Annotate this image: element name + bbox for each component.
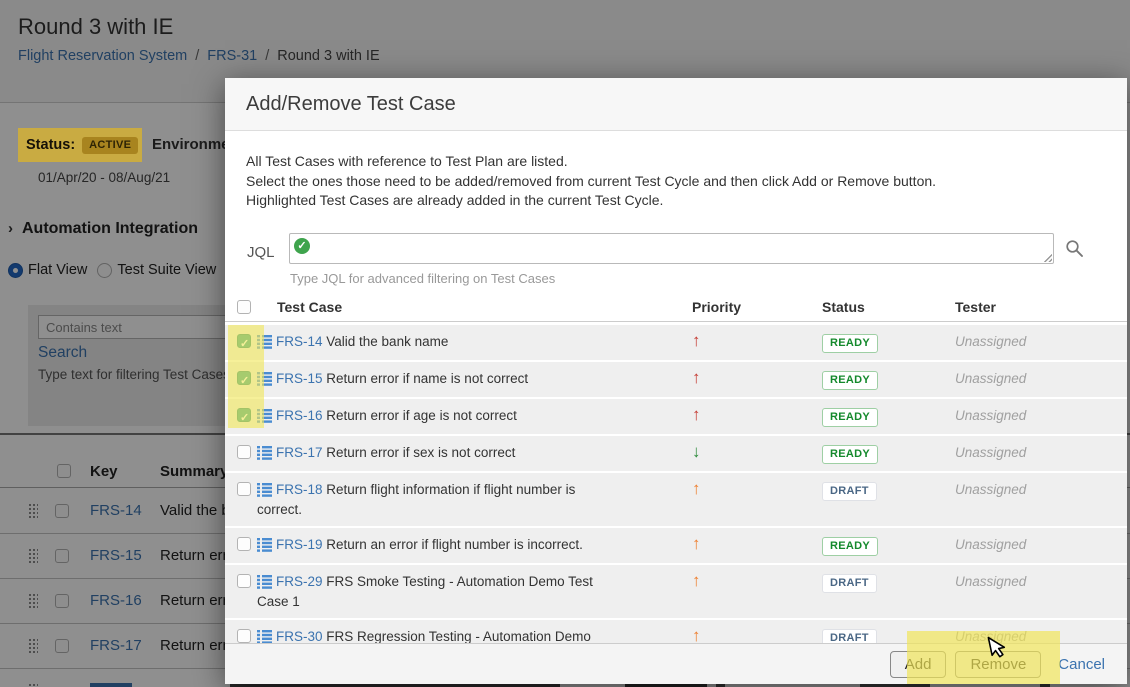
test-case-key-link[interactable]: FRS-18 (276, 482, 323, 497)
row-checkbox[interactable] (237, 537, 251, 551)
test-case-key-link[interactable]: FRS-29 (276, 574, 323, 589)
test-case-column-header: Test Case (277, 299, 343, 315)
status-badge: DRAFT (822, 573, 877, 593)
test-case-summary: Return an error if flight number is inco… (322, 537, 583, 552)
row-checkbox[interactable] (237, 629, 251, 643)
test-case-key-link[interactable]: FRS-17 (276, 445, 323, 460)
test-case-icon (257, 446, 272, 460)
row-checkbox[interactable] (237, 371, 251, 391)
remove-button[interactable]: Remove (955, 650, 1042, 678)
test-case-row: FRS-17 Return error if sex is not correc… (225, 436, 1127, 471)
priority-column-header: Priority (692, 299, 742, 315)
select-all-checkbox[interactable] (237, 299, 251, 314)
row-checkbox[interactable] (237, 482, 251, 496)
status-badge: DRAFT (822, 481, 877, 501)
dialog-footer: Add Remove Cancel (225, 643, 1127, 684)
description-line: Select the ones those need to be added/r… (246, 172, 937, 189)
priority-arrow-icon: ↑ (692, 405, 701, 424)
status-badge: READY (822, 444, 879, 464)
priority-arrow-icon: ↑ (692, 479, 701, 498)
status-badge: READY (822, 333, 879, 353)
jql-input[interactable] (289, 233, 1054, 264)
tester-value: Unassigned (955, 445, 1027, 460)
row-checkbox[interactable] (237, 574, 251, 588)
test-case-icon (257, 630, 272, 644)
dialog-description: All Test Cases with reference to Test Pl… (246, 152, 1107, 211)
test-case-cell: FRS-14 Valid the bank name (257, 332, 680, 352)
test-case-cell: FRS-15 Return error if name is not corre… (257, 369, 680, 389)
test-case-icon (257, 335, 272, 349)
status-badge: READY (822, 536, 879, 556)
test-case-row: FRS-29 FRS Smoke Testing - Automation De… (225, 565, 1127, 618)
jql-field-wrap (289, 233, 1054, 264)
test-case-icon (257, 575, 272, 589)
status-badge: READY (822, 370, 879, 390)
add-button[interactable]: Add (889, 650, 947, 678)
test-case-row: FRS-15 Return error if name is not corre… (225, 362, 1127, 397)
test-case-key-link[interactable]: FRS-19 (276, 537, 323, 552)
tester-column-header: Tester (955, 299, 996, 315)
description-line: All Test Cases with reference to Test Pl… (246, 153, 568, 169)
priority-arrow-icon: ↑ (692, 368, 701, 387)
test-case-row: FRS-18 Return flight information if flig… (225, 473, 1127, 526)
test-case-key-link[interactable]: FRS-14 (276, 334, 323, 349)
test-case-summary: Return error if sex is not correct (322, 445, 516, 460)
test-case-cell: FRS-17 Return error if sex is not correc… (257, 443, 680, 463)
row-checkbox[interactable] (237, 334, 251, 354)
tester-value: Unassigned (955, 371, 1027, 386)
tester-value: Unassigned (955, 482, 1027, 497)
priority-arrow-icon: ↑ (692, 331, 701, 350)
test-case-row: FRS-14 Valid the bank name ↑ READY Unass… (225, 325, 1127, 360)
test-case-row: FRS-16 Return error if age is not correc… (225, 399, 1127, 434)
test-case-cell: FRS-18 Return flight information if flig… (257, 480, 680, 520)
test-case-cell: FRS-16 Return error if age is not correc… (257, 406, 680, 426)
status-badge: ACTIVE (82, 136, 139, 154)
test-case-icon (257, 409, 272, 423)
tester-value: Unassigned (955, 537, 1027, 552)
tester-value: Unassigned (955, 574, 1027, 589)
test-case-icon (257, 372, 272, 386)
cancel-link[interactable]: Cancel (1058, 656, 1105, 673)
test-case-key-link[interactable]: FRS-15 (276, 371, 323, 386)
row-checkbox[interactable] (237, 408, 251, 428)
priority-arrow-icon: ↓ (692, 442, 701, 461)
status-label: Status: (26, 137, 76, 153)
tester-value: Unassigned (955, 334, 1027, 349)
status-highlight: Status: ACTIVE (18, 128, 142, 162)
test-case-summary: Valid the bank name (322, 334, 449, 349)
add-remove-test-case-dialog: Add/Remove Test Case All Test Cases with… (225, 78, 1127, 684)
test-case-row: FRS-19 Return an error if flight number … (225, 528, 1127, 563)
test-case-cell: FRS-29 FRS Smoke Testing - Automation De… (257, 572, 680, 612)
test-case-cell: FRS-19 Return an error if flight number … (257, 535, 680, 555)
search-icon[interactable] (1065, 239, 1084, 258)
test-case-table-rows: FRS-14 Valid the bank name ↑ READY Unass… (225, 323, 1127, 673)
status-badge: READY (822, 407, 879, 427)
test-case-key-link[interactable]: FRS-30 (276, 629, 323, 644)
jql-label: JQL (247, 244, 275, 261)
dialog-header: Add/Remove Test Case (225, 78, 1127, 131)
jql-help-text: Type JQL for advanced filtering on Test … (290, 271, 556, 286)
test-case-icon (257, 538, 272, 552)
test-case-table-header: Test Case Priority Status Tester (225, 293, 1127, 322)
dialog-title: Add/Remove Test Case (246, 92, 456, 115)
jql-valid-check-icon (294, 238, 310, 254)
test-case-summary: Return error if age is not correct (322, 408, 517, 423)
status-column-header: Status (822, 299, 865, 315)
description-line: Highlighted Test Cases are already added… (246, 192, 664, 208)
test-case-key-link[interactable]: FRS-16 (276, 408, 323, 423)
tester-value: Unassigned (955, 408, 1027, 423)
priority-arrow-icon: ↑ (692, 571, 701, 590)
test-case-icon (257, 483, 272, 497)
row-checkbox[interactable] (237, 445, 251, 459)
test-case-summary: Return error if name is not correct (322, 371, 529, 386)
app-root: Round 3 with IE Flight Reservation Syste… (0, 0, 1130, 687)
priority-arrow-icon: ↑ (692, 534, 701, 553)
